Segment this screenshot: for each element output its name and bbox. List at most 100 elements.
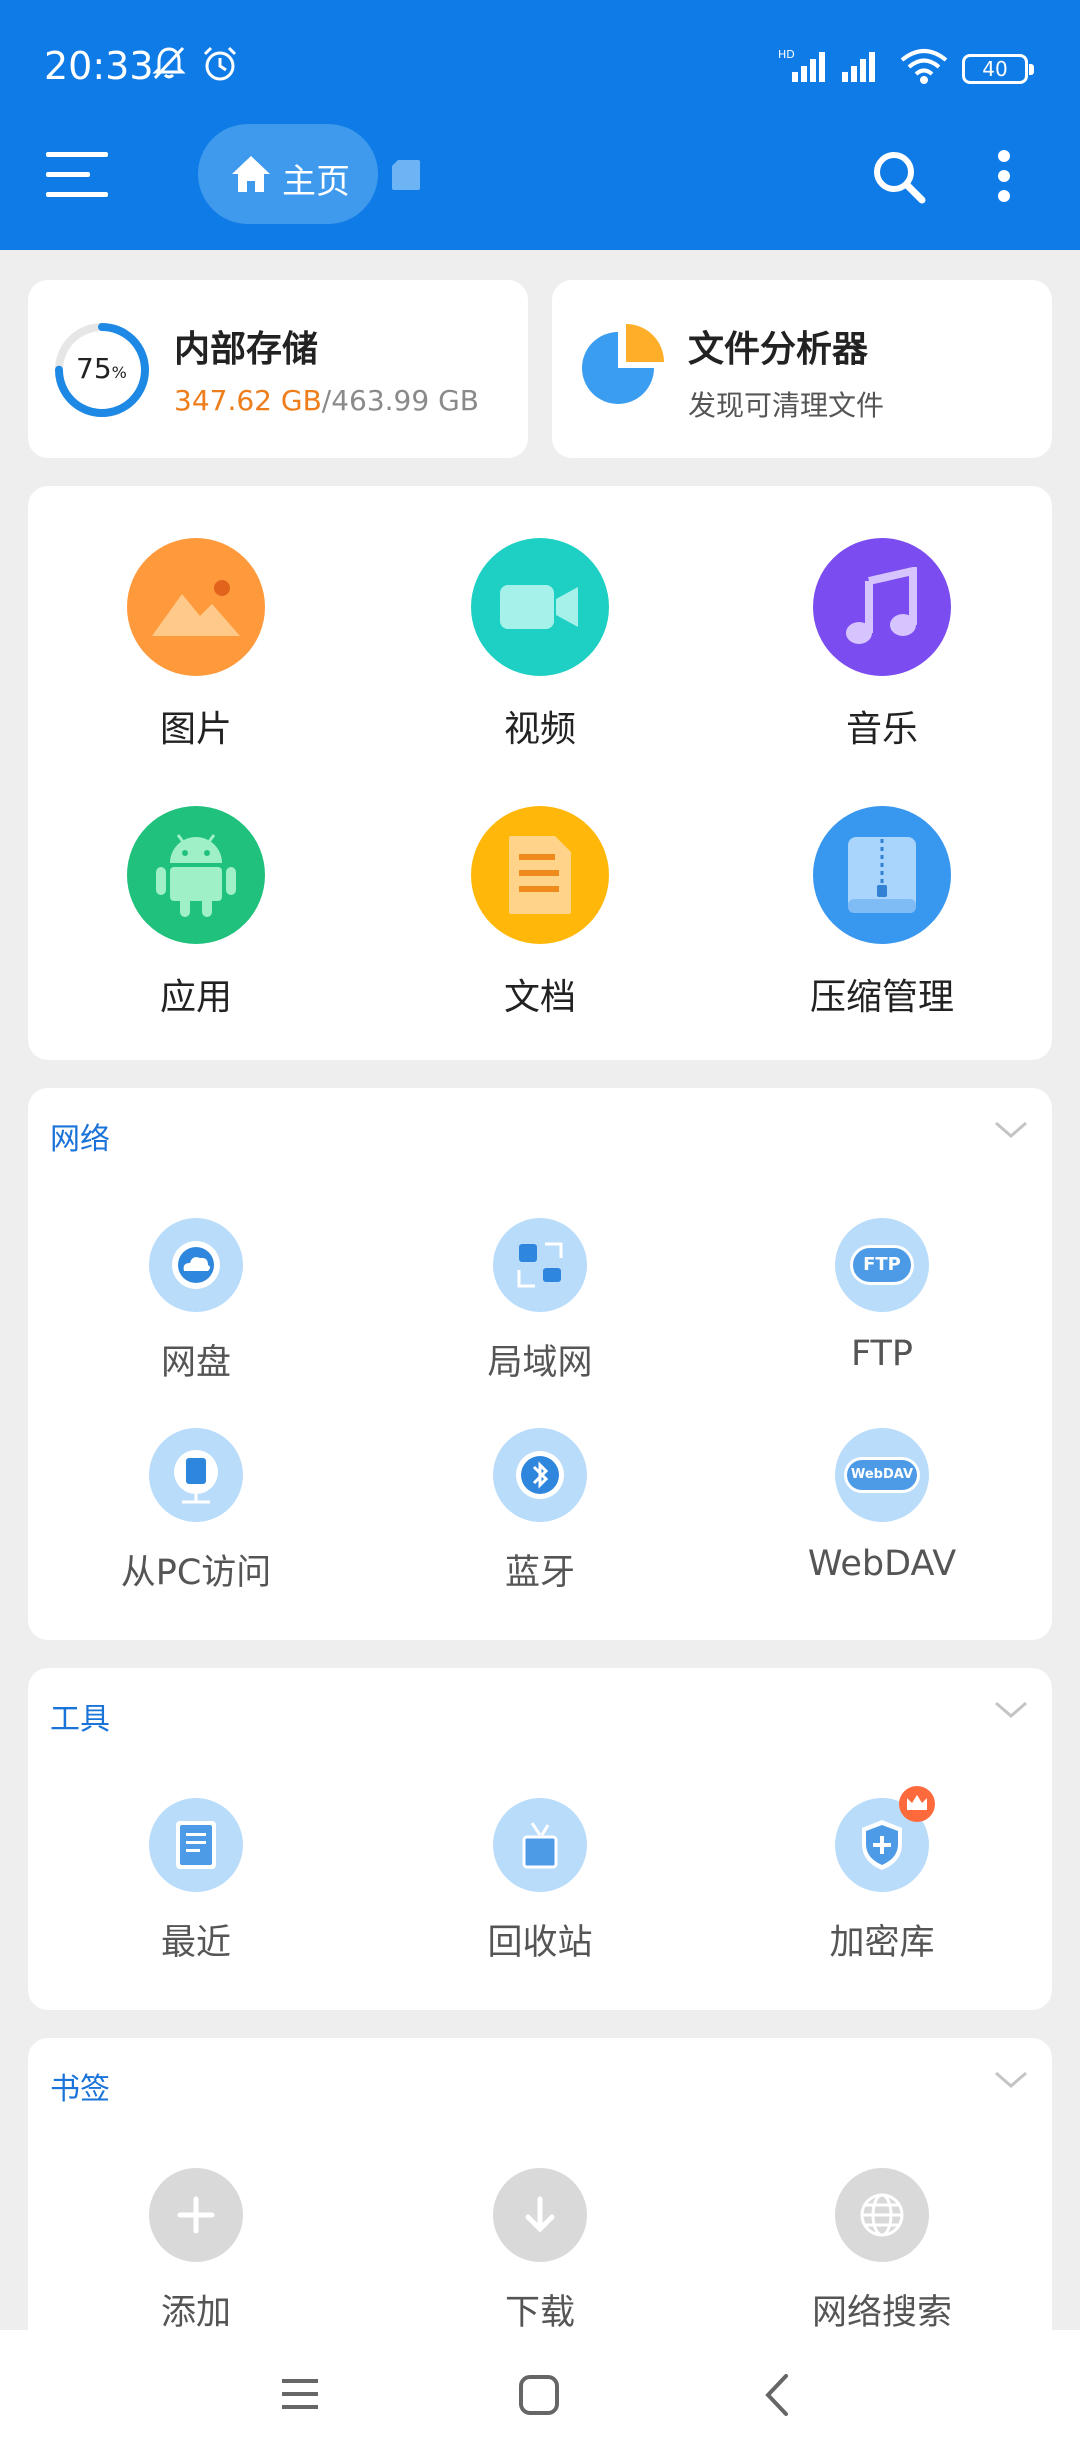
category-music[interactable]: 音乐 (732, 538, 1032, 752)
recycle-bin-glyph (522, 1822, 558, 1869)
home-icon (232, 156, 270, 192)
back-nav-icon[interactable] (760, 2372, 794, 2418)
download-icon (493, 2168, 587, 2262)
category-circle (471, 806, 609, 944)
android-icon (156, 834, 236, 917)
network-section: 网络 网盘 局域网 FTP FTP 从PC访问 蓝牙 WebDAV WebDAV (28, 1088, 1052, 1640)
alarm-icon (203, 46, 237, 81)
chevron-down-icon[interactable] (994, 2070, 1028, 2090)
video-icon (500, 585, 578, 629)
crown-icon (899, 1786, 935, 1822)
bookmarks-section-title: 书签 (50, 2072, 110, 2107)
bookmark-item-web-search[interactable]: 网络搜索 (732, 2168, 1032, 2335)
category-label: 音乐 (845, 709, 918, 750)
category-circle (127, 538, 265, 676)
bookmark-item-label: 添加 (160, 2293, 231, 2333)
lan-glyph (517, 1242, 563, 1288)
network-item-label: 局域网 (487, 1343, 593, 1383)
network-item-pc-access[interactable]: 从PC访问 (46, 1428, 346, 1595)
home-tab[interactable]: 主页 (198, 124, 378, 224)
network-item-lan[interactable]: 局域网 (390, 1218, 690, 1385)
system-nav-bar (0, 2330, 1080, 2460)
storage-capacity: 347.62 GB/463.99 GB (174, 384, 479, 417)
network-item-ftp[interactable]: FTP FTP (732, 1218, 1032, 1374)
tool-item-recent[interactable]: 最近 (46, 1798, 346, 1965)
categories-card: 图片 视频 音乐 应用 文档 压缩管理 (28, 486, 1052, 1060)
storage-percent-sign: % (111, 363, 127, 382)
more-options-icon[interactable] (996, 148, 1012, 204)
category-circle (813, 806, 951, 944)
tool-item-label: 最近 (160, 1923, 231, 1963)
network-item-label: 蓝牙 (504, 1553, 575, 1593)
category-documents[interactable]: 文档 (390, 806, 690, 1020)
network-item-label: WebDAV (807, 1544, 957, 1584)
pc-access-glyph (174, 1450, 218, 1504)
category-circle (813, 538, 951, 676)
sd-card-icon[interactable] (390, 158, 422, 192)
pie-chart-icon (582, 324, 664, 404)
bookmark-item-add[interactable]: 添加 (46, 2168, 346, 2335)
menu-icon[interactable] (46, 148, 108, 200)
signal-hd-icon: HD (778, 48, 825, 82)
globe-icon (860, 2193, 904, 2237)
signal-icon (842, 52, 875, 82)
cloud-drive-glyph (172, 1241, 220, 1289)
network-item-webdav[interactable]: WebDAV WebDAV (732, 1428, 1032, 1584)
tools-section-title: 工具 (50, 1702, 110, 1737)
network-item-bluetooth[interactable]: 蓝牙 (390, 1428, 690, 1595)
music-icon (846, 567, 917, 644)
chevron-down-icon[interactable] (994, 1700, 1028, 1720)
category-label: 应用 (159, 977, 232, 1018)
shield-icon (862, 1820, 902, 1870)
network-item-label: 网盘 (160, 1343, 231, 1383)
recent-icon (149, 1798, 243, 1892)
tool-item-recycle-bin[interactable]: 回收站 (390, 1798, 690, 1965)
tools-section: 工具 最近 回收站 加密库 (28, 1668, 1052, 2010)
network-item-label: FTP (850, 1334, 913, 1374)
recycle-bin-icon (493, 1798, 587, 1892)
tool-item-vault[interactable]: 加密库 (732, 1786, 1032, 1965)
file-analyzer-card[interactable]: 文件分析器 发现可清理文件 (552, 280, 1052, 458)
storage-percent-value: 75 (76, 352, 112, 385)
internal-storage-card[interactable]: 75% 内部存储 347.62 GB/463.99 GB (28, 280, 528, 458)
category-archives[interactable]: 压缩管理 (732, 806, 1032, 1020)
webdav-icon: WebDAV (835, 1428, 929, 1522)
category-label: 视频 (503, 709, 576, 750)
analyzer-title: 文件分析器 (688, 329, 869, 370)
category-images[interactable]: 图片 (46, 538, 346, 752)
category-label: 图片 (159, 709, 232, 750)
search-icon[interactable] (870, 148, 928, 206)
category-circle (471, 538, 609, 676)
category-circle (127, 806, 265, 944)
svg-text:HD: HD (778, 48, 795, 61)
home-nav-icon[interactable] (516, 2372, 562, 2418)
cloud-drive-icon (149, 1218, 243, 1312)
category-label: 压缩管理 (809, 977, 954, 1018)
app-header: 20:33 HD 40 主页 (0, 0, 1080, 250)
category-video[interactable]: 视频 (390, 538, 690, 752)
ftp-icon: FTP (835, 1218, 929, 1312)
add-icon (149, 2168, 243, 2262)
storage-title: 内部存储 (174, 329, 319, 370)
tool-item-label: 加密库 (829, 1923, 935, 1963)
bell-muted-icon (152, 46, 186, 80)
wifi-icon (900, 49, 948, 84)
category-apps[interactable]: 应用 (46, 806, 346, 1020)
status-time: 20:33 (44, 44, 154, 88)
recent-glyph (176, 1821, 216, 1869)
storage-total: /463.99 GB (321, 384, 479, 417)
vault-icon (835, 1786, 935, 1892)
recents-nav-icon[interactable] (278, 2372, 322, 2416)
analyzer-subtitle: 发现可清理文件 (688, 389, 885, 422)
webdav-badge: WebDAV (844, 1457, 920, 1493)
network-item-cloud-drive[interactable]: 网盘 (46, 1218, 346, 1385)
bluetooth-glyph (516, 1451, 564, 1499)
plus-glyph (177, 2196, 215, 2234)
category-label: 文档 (503, 977, 576, 1018)
bookmark-item-download[interactable]: 下载 (390, 2168, 690, 2335)
battery-indicator: 40 (962, 54, 1034, 84)
document-icon (509, 836, 571, 914)
archive-icon (848, 837, 916, 913)
chevron-down-icon[interactable] (994, 1120, 1028, 1140)
network-section-title: 网络 (50, 1122, 110, 1157)
